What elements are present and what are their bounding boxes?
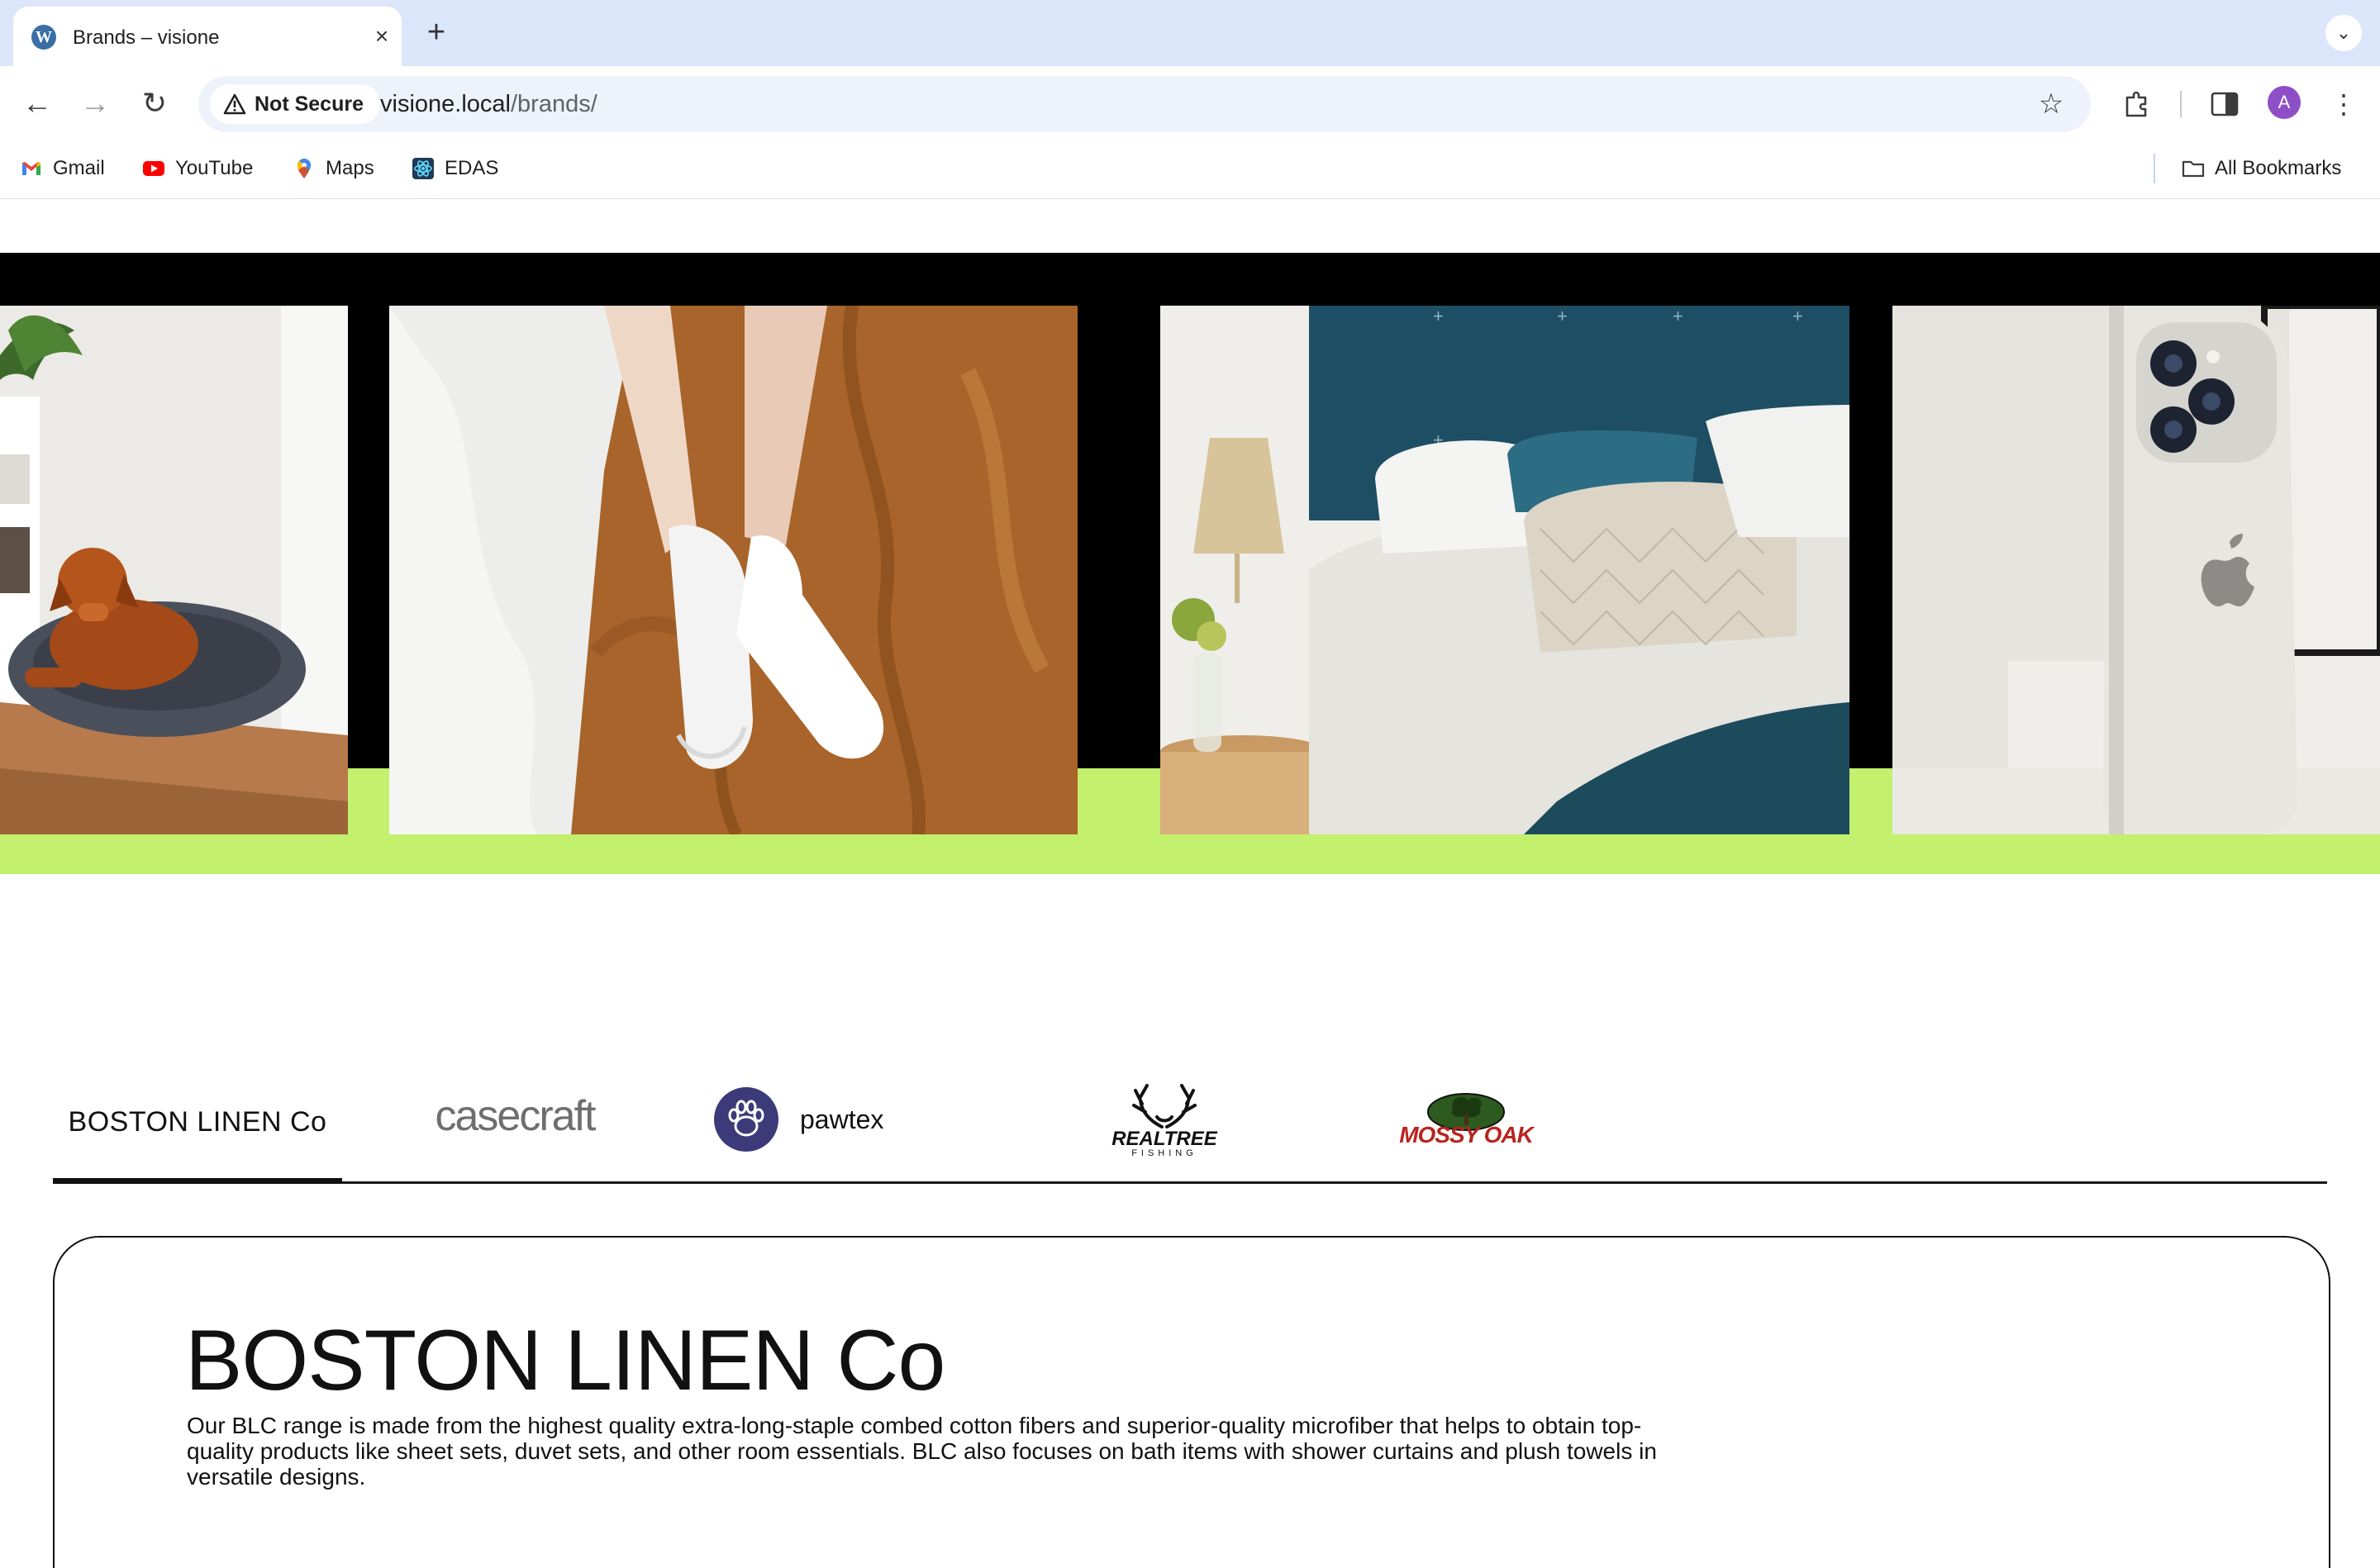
maps-icon [298,159,311,178]
url-text[interactable]: visione.local/brands/ [380,91,597,118]
close-tab-icon[interactable]: × [367,21,397,51]
bookmark-label: Gmail [53,157,105,179]
reload-icon[interactable]: ↻ [134,83,175,124]
forward-icon[interactable]: → [74,83,116,124]
profile-avatar[interactable]: A [2268,86,2301,119]
bookmarks-divider [2154,154,2155,183]
hero-photo-phone [1892,306,2380,834]
tab-realtree[interactable]: REALTREE FISHING [1045,1057,1284,1181]
tab-boston-linen[interactable]: BOSTON LINEN Co [53,1057,342,1184]
hero-photo-dog [0,306,348,834]
bookmark-youtube[interactable]: YouTube [142,157,253,180]
extensions-icon[interactable] [2114,81,2160,127]
gmail-icon [22,162,40,175]
new-tab-icon[interactable]: + [420,17,453,50]
tab-pawtex[interactable]: pawtex [714,1057,929,1181]
hero-black-band [0,253,2380,306]
bookmark-label: Maps [326,157,374,179]
brand-logo-realtree-sub: FISHING [1131,1148,1197,1158]
bookmark-star-icon[interactable]: ☆ [2031,84,2071,124]
browser-tab[interactable]: W Brands – visione × [13,7,402,66]
tab-casecraft[interactable]: casecraft [395,1057,635,1181]
brand-logo-boston-linen: BOSTON LINEN Co [68,1105,327,1138]
address-bar[interactable]: Not Secure visione.local/brands/ ☆ [198,76,2091,132]
svg-text:+: + [1673,306,1683,326]
brand-logo-casecraft: casecraft [435,1092,597,1140]
brand-logo-mossy-oak: MOSSY OAK [1399,1122,1534,1147]
side-panel-icon[interactable] [2202,81,2248,127]
svg-text:+: + [1557,306,1568,326]
hero-spacer [1078,306,1160,768]
bookmark-edas[interactable]: EDAS [412,157,498,180]
antler-icon [1132,1084,1197,1128]
tab-mossy-oak[interactable]: MOSSY OAK [1350,1057,1582,1181]
bookmark-maps[interactable]: Maps [293,157,374,180]
brand-description: Our BLC range is made from the highest q… [187,1413,1657,1490]
toolbar-divider [2180,91,2182,117]
hero-spacer [348,306,389,768]
hero-spacer [1849,306,1892,768]
svg-text:+: + [1792,306,1803,326]
all-bookmarks-button[interactable]: All Bookmarks [2182,157,2341,180]
brand-logo-realtree: REALTREE [1111,1128,1217,1150]
youtube-icon [143,161,164,176]
warning-icon [223,93,246,115]
bookmark-label: YouTube [175,157,254,179]
security-label: Not Secure [255,92,364,116]
bookmark-gmail[interactable]: Gmail [20,157,105,180]
brand-title: BOSTON LINEN Co [185,1313,945,1409]
hero-photo-bed: ++++ ++++ [1160,306,1849,834]
edas-icon [412,158,434,179]
menu-icon[interactable]: ⋮ [2320,81,2367,127]
security-indicator[interactable]: Not Secure [210,84,380,124]
all-bookmarks-label: All Bookmarks [2215,157,2342,179]
url-host: visione.local [380,91,511,117]
bookmarks-bar: Gmail YouTube Maps EDAS All Bookmarks [0,142,2380,199]
url-path: /brands/ [510,91,597,117]
svg-text:+: + [1433,306,1444,326]
hero-photo-socks [389,306,1078,834]
tab-title: Brands – visione [73,26,220,49]
browser-toolbar: ← → ↻ Not Secure visione.local/brands/ ☆… [0,66,2380,142]
tab-search-icon[interactable]: ⌄ [2325,15,2362,51]
brand-logo-pawtex: pawtex [800,1104,884,1134]
bookmark-label: EDAS [445,157,499,179]
folder-icon [2182,160,2205,178]
tab-strip: W Brands – visione × + ⌄ [0,0,2380,66]
back-icon[interactable]: ← [17,83,58,124]
wordpress-icon: W [31,25,56,50]
brand-tabs: BOSTON LINEN Co casecraft pawtex REALTRE… [53,1057,2327,1184]
paw-icon [714,1087,778,1152]
